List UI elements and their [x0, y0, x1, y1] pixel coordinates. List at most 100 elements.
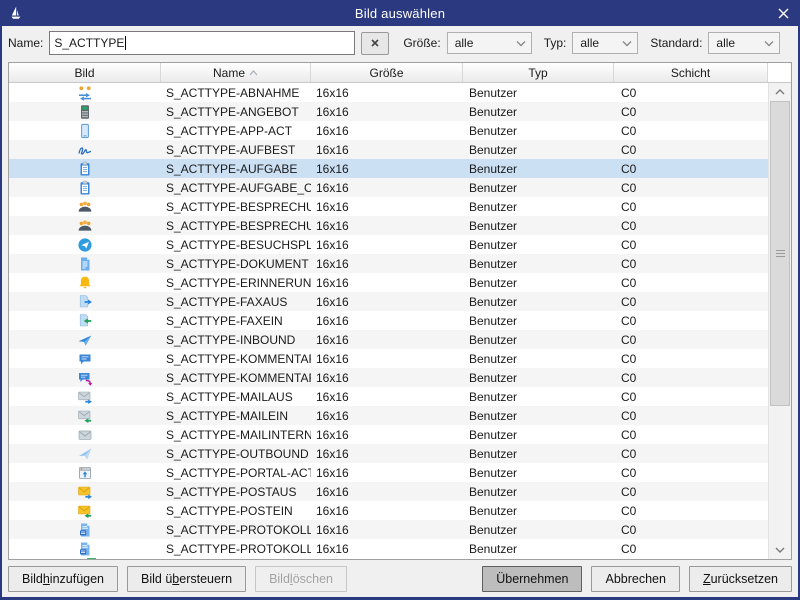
window-title: Bild auswählen — [0, 6, 800, 21]
row-schicht: C0 — [614, 463, 768, 482]
row-size: 16x16 — [311, 539, 463, 558]
clear-name-button[interactable] — [361, 32, 389, 55]
table-row[interactable]: S_ACTTYPE-ANGEBOT16x16BenutzerC0 — [9, 102, 768, 121]
apply-button[interactable]: Übernehmen — [482, 566, 582, 592]
row-typ: Benutzer — [463, 121, 614, 140]
row-name: S_ACTTYPE-MAILINTERN — [161, 425, 311, 444]
row-name: S_ACTTYPE-AUFGABE — [161, 159, 311, 178]
cancel-button[interactable]: Abbrechen — [591, 566, 679, 592]
row-schicht: C0 — [614, 482, 768, 501]
table-row[interactable]: S_ACTTYPE-FAXEIN16x16BenutzerC0 — [9, 311, 768, 330]
add-image-button[interactable]: Bild hinzufügen — [8, 566, 118, 592]
row-size: 16x16 — [311, 292, 463, 311]
document-icon — [77, 256, 93, 272]
row-size: 16x16 — [311, 178, 463, 197]
post-out-icon — [77, 484, 93, 500]
row-size: 16x16 — [311, 387, 463, 406]
row-schicht: C0 — [614, 178, 768, 197]
table-row[interactable]: S_ACTTYPE-ABNAHME16x16BenutzerC0 — [9, 83, 768, 102]
table-row[interactable]: S_ACTTYPE-MAILAUS16x16BenutzerC0 — [9, 387, 768, 406]
table-row[interactable]: S_ACTTYPE-PORTAL-ACT16x16BenutzerC0 — [9, 463, 768, 482]
row-size: 16x16 — [311, 235, 463, 254]
row-size: 16x16 — [311, 140, 463, 159]
standard-label: Standard: — [650, 36, 702, 50]
row-name: S_ACTTYPE-OUTBOUND — [161, 444, 311, 463]
row-size: 16x16 — [311, 216, 463, 235]
row-schicht: C0 — [614, 349, 768, 368]
row-typ: Benutzer — [463, 273, 614, 292]
chevron-down-icon — [516, 40, 526, 47]
table-row[interactable]: S_ACTTYPE-OUTBOUND16x16BenutzerC0 — [9, 444, 768, 463]
table-row[interactable]: S_ACTTYPE-KOMMENTAR16x16BenutzerC0 — [9, 349, 768, 368]
post-in-icon — [77, 503, 93, 519]
name-input[interactable]: S_ACTTYPE — [49, 31, 355, 55]
row-schicht: C0 — [614, 273, 768, 292]
table-row[interactable]: S_ACTTYPE-AUFBEST16x16BenutzerC0 — [9, 140, 768, 159]
standard-dropdown[interactable]: alle — [708, 32, 780, 54]
column-header-schicht[interactable]: Schicht — [614, 63, 768, 82]
size-label: Größe: — [403, 36, 440, 50]
type-dropdown[interactable]: alle — [572, 32, 638, 54]
row-schicht: C0 — [614, 425, 768, 444]
table-row[interactable]: S_ACTTYPE-ERINNERUNG16x16BenutzerC0 — [9, 273, 768, 292]
size-dropdown[interactable]: alle — [447, 32, 532, 54]
scrollbar-thumb[interactable] — [770, 101, 790, 406]
table-row[interactable]: S_ACTTYPE-MAILEIN16x16BenutzerC0 — [9, 406, 768, 425]
row-typ: Benutzer — [463, 83, 614, 102]
column-header-groesse[interactable]: Größe — [311, 63, 463, 82]
row-size: 16x16 — [311, 425, 463, 444]
row-typ: Benutzer — [463, 235, 614, 254]
smartphone-icon — [77, 123, 93, 139]
table-row[interactable]: S_ACTTYPE-MAILINTERN16x16BenutzerC0 — [9, 425, 768, 444]
table-row[interactable]: S_ACTTYPE-BESPRECHUNG16x16BenutzerC0 — [9, 197, 768, 216]
row-schicht: C0 — [614, 197, 768, 216]
name-input-value: S_ACTTYPE — [54, 36, 124, 50]
row-typ: Benutzer — [463, 463, 614, 482]
table-row[interactable]: S_ACTTYPE-FAXAUS16x16BenutzerC0 — [9, 292, 768, 311]
row-name: S_ACTTYPE-AUFBEST — [161, 140, 311, 159]
row-size: 16x16 — [311, 501, 463, 520]
row-name: S_ACTTYPE-INBOUND — [161, 330, 311, 349]
scroll-down-icon[interactable] — [769, 541, 791, 559]
table-row[interactable]: S_ACTTYPE-POSTEIN16x16BenutzerC0 — [9, 501, 768, 520]
meeting-icon — [77, 199, 93, 215]
signature-icon — [77, 142, 93, 158]
row-typ: Benutzer — [463, 406, 614, 425]
table-row[interactable]: S_ACTTYPE-DOKUMENT16x16BenutzerC0 — [9, 254, 768, 273]
table-row[interactable]: S_ACTTYPE-PROTOKOLLE...16x16BenutzerC0 — [9, 539, 768, 558]
table-row[interactable]: S_ACTTYPE-POSTAUS16x16BenutzerC0 — [9, 482, 768, 501]
column-header-typ[interactable]: Typ — [463, 63, 614, 82]
row-size: 16x16 — [311, 102, 463, 121]
close-icon[interactable] — [773, 4, 793, 22]
table-row[interactable]: S_ACTTYPE-KOMMENTAR...16x16BenutzerC0 — [9, 368, 768, 387]
table-row[interactable]: S_ACTTYPE-BESUCHSPLA...16x16BenutzerC0 — [9, 235, 768, 254]
reset-button[interactable]: Zurücksetzen — [689, 566, 792, 592]
table-row[interactable]: S_ACTTYPE-AUFGABE_OH...16x16BenutzerC0 — [9, 178, 768, 197]
row-typ: Benutzer — [463, 216, 614, 235]
table-row[interactable]: S_ACTTYPE-BESPRECHUN...16x16BenutzerC0 — [9, 216, 768, 235]
row-name: S_ACTTYPE-AUFGABE_OH... — [161, 178, 311, 197]
clipboard-icon — [77, 161, 93, 177]
row-size: 16x16 — [311, 482, 463, 501]
chevron-down-icon — [764, 40, 774, 47]
table-row[interactable]: S_ACTTYPE-INBOUND16x16BenutzerC0 — [9, 330, 768, 349]
vertical-scrollbar[interactable] — [768, 83, 791, 559]
row-schicht: C0 — [614, 235, 768, 254]
table-row[interactable]: S_ACTTYPE-AUFGABE16x16BenutzerC0 — [9, 159, 768, 178]
chevron-down-icon — [622, 40, 632, 47]
text-caret — [125, 36, 126, 50]
table-row[interactable]: S_ACTTYPE-PROTOKOLL16x16BenutzerC0 — [9, 520, 768, 539]
comment-forward-icon — [77, 370, 93, 386]
row-size: 16x16 — [311, 520, 463, 539]
scroll-up-icon[interactable] — [769, 83, 791, 101]
row-name: S_ACTTYPE-BESPRECHUN... — [161, 216, 311, 235]
column-header-bild[interactable]: Bild — [9, 63, 161, 82]
type-dropdown-value: alle — [580, 36, 599, 50]
table-row[interactable]: S_ACTTYPE-APP-ACT16x16BenutzerC0 — [9, 121, 768, 140]
meeting-icon — [77, 218, 93, 234]
column-header-name[interactable]: Name — [161, 63, 311, 82]
row-size: 16x16 — [311, 349, 463, 368]
inbound-plane-icon — [77, 332, 93, 348]
row-name: S_ACTTYPE-ERINNERUNG — [161, 273, 311, 292]
override-image-button[interactable]: Bild übersteuern — [127, 566, 246, 592]
